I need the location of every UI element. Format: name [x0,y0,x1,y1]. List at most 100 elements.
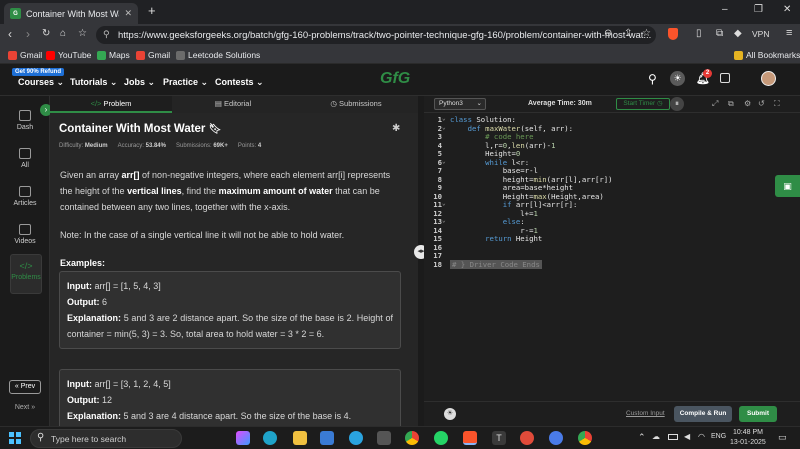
tab-problem[interactable]: </> Problem [50,96,172,113]
translate-icon[interactable] [720,73,730,83]
editor-bottom-bar: ☀ Custom Input Compile & Run Submit [424,401,800,426]
clock-date[interactable]: 13-01-2025 [730,439,766,446]
close-tab-icon[interactable]: ✕ [124,8,132,19]
wifi-icon[interactable]: ◠ [698,432,705,441]
language-select[interactable]: Python3 ⌄ [434,98,486,110]
next-button[interactable]: Next » [9,402,41,416]
office-icon[interactable] [520,431,534,445]
forward-icon[interactable]: › [26,27,30,41]
nav-contests[interactable]: Contests ⌄ [215,77,264,88]
bookmark-youtube[interactable]: YouTube [46,50,91,60]
bookmark-page-icon[interactable]: ☆ [78,28,87,39]
sidebar-label: Videos [14,238,36,245]
chrome-icon[interactable] [405,431,419,445]
tray-chevron-icon[interactable]: ⌃ [638,432,646,443]
url-bar[interactable]: ⚲ https://www.geeksforgeeks.org/batch/gf… [96,26,656,44]
tab-editorial[interactable]: ▤ Editorial [172,96,294,113]
gfg-logo[interactable]: GfG [380,70,410,88]
home-icon[interactable]: ⌂ [60,28,66,39]
sidebar-item-all[interactable]: All [0,148,50,169]
code-line: return Height [485,234,543,243]
zoom-icon[interactable]: ⊖ [604,28,612,39]
sidebar-item-dash[interactable]: Dash [0,110,50,131]
fold-chevron-icon[interactable]: ⌄ [442,115,446,122]
avatar[interactable] [761,71,776,86]
browser-tab[interactable]: G Container With Most Water | Pr ✕ [4,3,138,24]
terminal-icon[interactable] [377,431,391,445]
edge-icon[interactable] [263,431,277,445]
maximize-icon[interactable]: ❐ [754,4,763,15]
minimize-icon[interactable]: – [722,4,728,15]
expand-icon[interactable]: ⤢ [712,99,718,109]
windows-start-icon[interactable] [9,432,21,444]
nav-courses[interactable]: Courses ⌄ [18,77,64,88]
telegram-icon[interactable] [349,431,363,445]
nav-jobs[interactable]: Jobs ⌄ [124,77,155,88]
chrome-icon-3[interactable] [578,431,592,445]
share-icon[interactable]: ⇪ [624,28,632,39]
menu-icon[interactable]: ≡ [786,27,792,39]
speaker-icon[interactable]: ◀ [684,432,690,441]
taskbar-search[interactable]: ⚲ Type here to search [30,429,182,448]
theme-icon[interactable]: ☀ [444,408,456,420]
battery-icon[interactable] [668,434,678,440]
reset-icon[interactable]: ↺ [758,99,765,108]
notion-icon[interactable]: T [492,431,506,445]
brave-wallet-icon[interactable]: ◆ [734,28,742,39]
bookmark-gmail-1[interactable]: Gmail [8,50,42,60]
compile-run-button[interactable]: Compile & Run [674,406,732,422]
sidebar-item-videos[interactable]: Videos [0,224,50,245]
fold-chevron-icon[interactable]: ⌄ [442,200,446,207]
nav-label: Courses [18,77,55,87]
vpn-label[interactable]: VPN [752,29,769,39]
sidebar-toggle-icon[interactable]: ▯ [696,28,702,39]
back-icon[interactable]: ‹ [8,27,12,41]
file-explorer-icon[interactable] [293,431,307,445]
sidebar-item-articles[interactable]: Articles [0,186,50,207]
help-chat-icon[interactable]: ▣ [775,175,800,197]
reload-icon[interactable]: ↻ [42,28,50,39]
browser-tab-bar: G Container With Most Water | Pr ✕ + – ❐… [0,0,800,24]
extensions-icon[interactable]: ⧉ [716,28,723,39]
sidebar-item-problems[interactable]: </> Problems [10,254,42,294]
prev-button[interactable]: « Prev [9,380,41,394]
copy-icon[interactable]: ⧉ [728,99,734,109]
theme-toggle-icon[interactable]: ☀ [670,71,685,86]
submit-button[interactable]: Submit [739,406,777,422]
fold-chevron-icon[interactable]: ⌄ [442,124,446,131]
cloud-icon[interactable]: ☁ [652,432,660,441]
brave-icon[interactable] [463,431,477,445]
bookmark-leetcode[interactable]: Leetcode Solutions [176,50,260,60]
settings-icon[interactable]: ⚙ [744,99,751,108]
timer-settings-icon[interactable]: ⏸ [670,97,684,111]
new-tab-icon[interactable]: + [148,3,156,18]
bookmark-icon[interactable]: 🔖︎ [209,124,222,135]
code-editor[interactable]: 1 ⌄ class Solution: 2 ⌄ def maxWater(self, a… [424,113,800,401]
nav-tutorials[interactable]: Tutorials ⌄ [70,77,117,88]
custom-input-link[interactable]: Custom Input [626,410,665,417]
notifications-icon[interactable]: ▭ [778,432,787,443]
all-bookmarks[interactable]: All Bookmarks [734,50,800,60]
whatsapp-icon[interactable] [434,431,448,445]
site-info-icon[interactable]: ⚲ [103,29,110,40]
chrome-icon-2[interactable] [549,431,563,445]
copilot-icon[interactable] [236,431,250,445]
language-indicator[interactable]: ENG [711,433,726,440]
search-icon[interactable]: ⚲ [648,72,657,86]
nav-practice[interactable]: Practice ⌄ [163,77,208,88]
explanation-value: 5 and 3 are 4 distance apart. So the siz… [123,411,352,421]
fullscreen-icon[interactable]: ⛶ [774,99,780,109]
bookmark-maps[interactable]: Maps [97,50,130,60]
chevron-down-icon: ⌄ [147,77,156,87]
tab-submissions[interactable]: ◷ Submissions [294,96,418,113]
store-icon[interactable] [320,431,334,445]
start-timer-button[interactable]: Start Timer ◷ [616,98,670,110]
fold-chevron-icon[interactable]: ⌄ [442,217,446,224]
bug-report-icon[interactable]: ✱ [392,123,400,134]
bookmark-gmail-2[interactable]: Gmail [136,50,170,60]
brave-shield-icon[interactable] [668,28,678,40]
close-window-icon[interactable]: ✕ [783,4,791,15]
star-icon[interactable]: ☆ [642,28,651,39]
fold-chevron-icon[interactable]: ⌄ [442,158,446,165]
clock-time[interactable]: 10:48 PM [733,429,763,436]
